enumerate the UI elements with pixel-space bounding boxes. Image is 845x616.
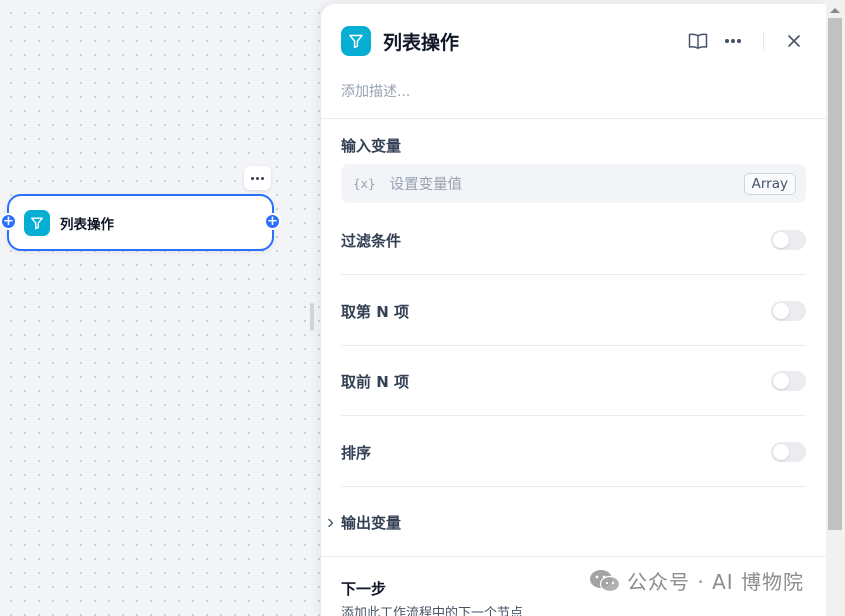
- filter-icon: [341, 26, 371, 56]
- take-nth-row: 取第 N 项: [341, 299, 806, 323]
- node-config-panel: 列表操作 添加描述... 输入变量 {x} 设置变量值 Array 过滤条件 取…: [321, 4, 826, 616]
- row-divider: [341, 345, 806, 346]
- sort-row: 排序: [341, 440, 806, 464]
- toggle-knob: [773, 303, 789, 319]
- more-dot: [261, 176, 264, 180]
- node-output-handle[interactable]: +: [264, 213, 281, 230]
- take-nth-toggle[interactable]: [771, 301, 806, 321]
- more-dot: [251, 176, 254, 180]
- scrollbar-thumb[interactable]: [828, 18, 842, 530]
- chevron-right-icon: [325, 517, 337, 529]
- more-dot: [725, 39, 729, 43]
- watermark: 公众号 · AI 博物院: [589, 566, 804, 595]
- variable-placeholder: 设置变量值: [389, 177, 463, 193]
- more-dot: [731, 39, 735, 43]
- scroll-up-arrow[interactable]: [830, 8, 840, 13]
- node-input-handle[interactable]: +: [0, 213, 17, 230]
- toggle-label: 取前 N 项: [341, 372, 409, 391]
- close-icon[interactable]: [782, 29, 806, 53]
- toggle-knob: [773, 373, 789, 389]
- sort-toggle[interactable]: [771, 442, 806, 462]
- more-dot: [737, 39, 741, 43]
- wechat-icon: [589, 568, 621, 594]
- list-operation-node[interactable]: 列表操作: [7, 194, 274, 251]
- input-variable-label: 输入变量: [341, 137, 402, 155]
- more-icon[interactable]: [721, 29, 745, 53]
- row-divider: [341, 415, 806, 416]
- next-step-title: 下一步: [341, 580, 387, 598]
- header-separator: [763, 32, 764, 50]
- filter-condition-row: 过滤条件: [341, 228, 806, 252]
- variable-value-input[interactable]: {x} 设置变量值 Array: [341, 164, 806, 203]
- header-divider: [321, 118, 826, 119]
- filter-icon: [24, 209, 50, 236]
- panel-header: 列表操作: [341, 26, 806, 56]
- more-dot: [256, 176, 259, 180]
- output-variable-label: 输出变量: [341, 514, 402, 532]
- toggle-label: 取第 N 项: [341, 302, 409, 321]
- panel-title[interactable]: 列表操作: [383, 28, 459, 55]
- row-divider: [341, 486, 806, 487]
- row-divider: [341, 274, 806, 275]
- toggle-label: 排序: [341, 443, 372, 462]
- header-actions: [686, 29, 806, 53]
- toggle-knob: [773, 444, 789, 460]
- footer-divider: [321, 556, 826, 557]
- watermark-text: 公众号 · AI 博物院: [627, 570, 805, 594]
- toggle-knob: [773, 232, 789, 248]
- book-icon[interactable]: [686, 29, 710, 53]
- node-title: 列表操作: [60, 216, 114, 233]
- toggle-label: 过滤条件: [341, 231, 402, 250]
- node-more-button[interactable]: [244, 166, 271, 190]
- type-badge: Array: [743, 172, 796, 195]
- output-variable-toggle[interactable]: 输出变量: [325, 512, 401, 533]
- description-input[interactable]: 添加描述...: [341, 81, 410, 101]
- take-first-n-row: 取前 N 项: [341, 369, 806, 393]
- take-first-n-toggle[interactable]: [771, 371, 806, 391]
- variable-icon: {x}: [353, 176, 376, 191]
- panel-resize-handle[interactable]: [310, 303, 314, 331]
- filter-condition-toggle[interactable]: [771, 230, 806, 250]
- next-step-description: 添加此工作流程中的下一个节点: [341, 606, 524, 616]
